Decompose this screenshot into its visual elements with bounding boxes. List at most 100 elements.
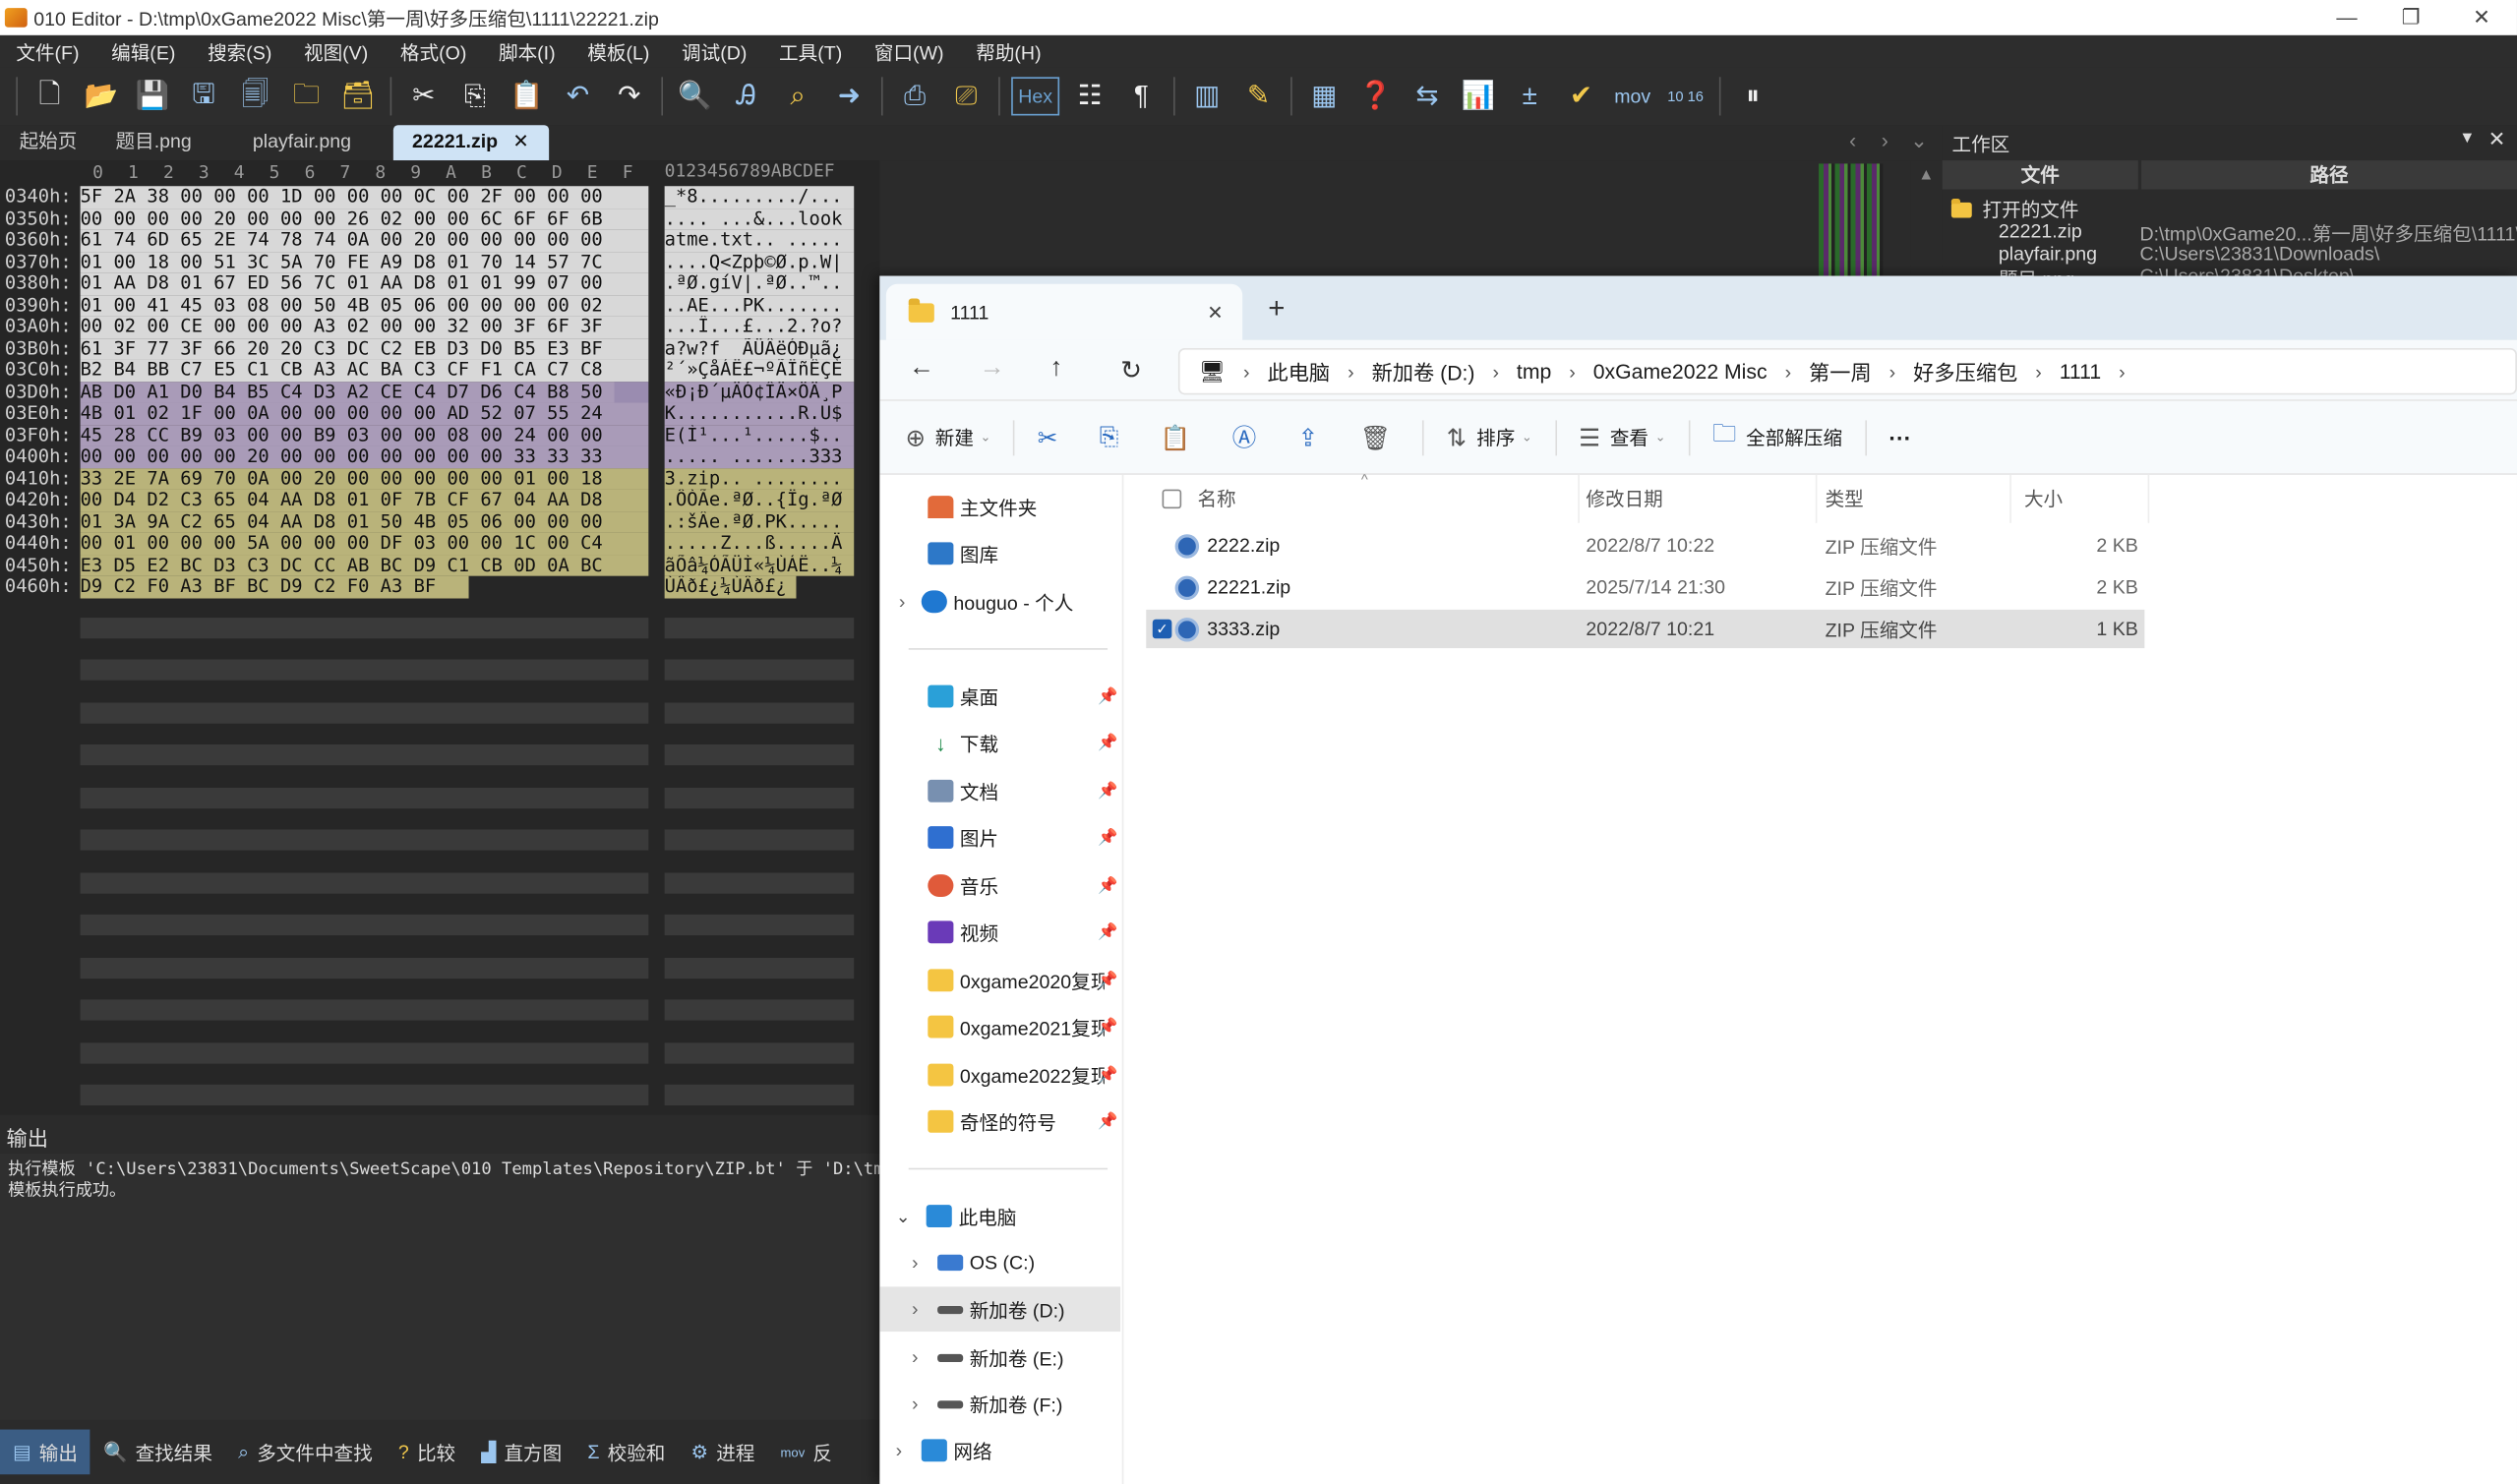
hex-row[interactable]: 03B0h: 61 3F 77 3F 66 20 20 C3 DC C2 EB D… [0,337,879,360]
replace-icon[interactable]: Ꭿ [726,76,767,117]
nav-documents[interactable]: 文档 📌 [879,768,1120,813]
forward-arrow-icon[interactable]: → [980,355,1005,384]
operations-icon[interactable]: ± [1509,76,1550,117]
nav-network[interactable]: › 网络 [879,1428,1120,1473]
panel-menu-icon[interactable]: ▼ [2459,130,2475,148]
pin-icon[interactable]: 📌 [1098,923,1117,941]
hex-bytes[interactable]: 61 74 6D 65 2E 74 78 74 0A 00 20 00 00 0… [80,228,649,252]
menu-edit[interactable]: 编辑(E) [95,37,192,65]
file-row[interactable]: 22221.zip 2025/7/14 21:30 ZIP 压缩文件 2 KB [1146,568,2144,607]
cut-button[interactable]: ✂ [1021,413,1083,461]
tab-scroll-left-icon[interactable]: ‹ [1849,129,1856,152]
hex-bytes[interactable]: 5F 2A 38 00 00 00 1D 00 00 00 0C 00 2F 0… [80,185,649,208]
nav-folder-0xgame2021[interactable]: 0xgame2021复现 📌 [879,1004,1120,1049]
nav-folder-symbols[interactable]: 奇怪的符号 📌 [879,1099,1120,1145]
hex-row[interactable]: 03D0h: AB D0 A1 D0 B4 B5 C4 D3 A2 CE C4 D… [0,381,879,403]
chevron-right-icon[interactable]: › [1243,360,1250,383]
extract-all-button[interactable]: 🗀 全部解压缩 [1697,413,1859,461]
nav-gallery[interactable]: 图库 [879,531,1120,576]
column-header-date[interactable]: 修改日期 [1586,474,1818,523]
hex-bytes[interactable]: 01 00 41 45 03 08 00 50 4B 05 06 00 00 0… [80,294,649,317]
hex-row[interactable]: 0360h: 61 74 6D 65 2E 74 78 74 0A 00 20 0… [0,228,879,252]
nav-folder-0xgame2022[interactable]: 0xgame2022复现 📌 [879,1052,1120,1098]
chevron-right-icon[interactable]: › [899,590,906,613]
ascii-text[interactable]: ²´»ÇåÁË£¬ºÃÏñÊÇÈ [664,359,855,382]
project-icon[interactable]: 🗃 [337,76,379,117]
row-checkbox[interactable]: ✓ [1152,619,1172,639]
hex-bytes[interactable]: 00 D4 D2 C3 65 04 AA D8 01 0F 7B CF 67 0… [80,489,649,511]
hex-row[interactable]: 0390h: 01 00 41 45 03 08 00 50 4B 05 06 0… [0,294,879,317]
ascii-text[interactable]: _*8........./... [664,186,855,208]
breadcrumb-item[interactable]: 新加卷 (D:) [1372,356,1475,386]
hex-row[interactable]: 03F0h: 45 28 CC B9 03 00 00 B9 03 00 00 0… [0,424,879,446]
save-icon[interactable]: 💾 [132,76,173,117]
nav-onedrive[interactable]: › houguo - 个人 [879,579,1120,624]
ascii-text[interactable]: ...Î...£...2.?o? [664,316,855,338]
tab-list-icon[interactable]: ⌄ [1910,129,1928,154]
column-header-name[interactable]: 名称 [1197,474,1580,523]
output-log[interactable]: 执行模板 'C:\Users\23831\Documents\SweetScap… [0,1153,880,1420]
tab-histogram[interactable]: ▟ 直方图 [468,1430,574,1475]
open-workspace-icon[interactable]: 🗀 [285,76,327,117]
redo-icon[interactable]: ↷ [609,76,650,117]
hex-bytes[interactable]: 61 3F 77 3F 66 20 20 C3 DC C2 EB D3 D0 B… [80,337,649,360]
tab-find-in-files[interactable]: ⌕ 多文件中查找 [225,1430,386,1475]
ascii-text[interactable]: .:šÂe.ªØ.PK..... [664,510,855,533]
base-converter-button[interactable]: 10 16 [1663,76,1708,117]
checksum-icon[interactable]: ✔ [1560,76,1601,117]
breadcrumb-item[interactable]: tmp [1517,359,1551,383]
hex-bytes[interactable]: B2 B4 BB C7 E5 C1 CB A3 AC BA C3 CF F1 C… [80,359,649,382]
hex-bytes[interactable]: E3 D5 E2 BC D3 C3 DC CC AB BC D9 C1 CB 0… [80,554,649,576]
menu-script[interactable]: 脚本(I) [483,37,571,65]
open-folder-icon[interactable]: 📂 [81,76,122,117]
ascii-text[interactable]: «Ð¡Ð´µÄÓ¢ÎÄ×ÖÄ¸P [664,381,855,403]
hex-bytes[interactable]: 01 00 18 00 51 3C 5A 70 FE A9 D8 01 70 1… [80,250,649,273]
swap-icon[interactable]: ⇆ [1407,76,1448,117]
chevron-right-icon[interactable]: › [912,1346,919,1369]
ascii-text[interactable]: ãÕâ¼ÓÃÜÌ«¼ÙÁË..¼ [664,554,855,576]
hex-row[interactable]: 0430h: 01 3A 9A C2 65 04 AA D8 01 50 4B 0… [0,510,879,533]
view-button[interactable]: ☰ 查看 ⌄ [1563,413,1682,461]
pin-icon[interactable]: 📌 [1098,1112,1117,1130]
menu-file[interactable]: 文件(F) [0,37,95,65]
pin-icon[interactable]: 📌 [1098,1018,1117,1036]
select-all-checkbox[interactable] [1162,489,1182,509]
hex-bytes[interactable]: AB D0 A1 D0 B4 B5 C4 D3 A2 CE C4 D7 D6 C… [80,381,649,403]
rename-button[interactable]: Ⓐ [1216,413,1282,461]
chevron-right-icon[interactable]: › [1348,360,1354,383]
hex-row[interactable]: 03C0h: B2 B4 BB C7 E5 C1 CB A3 AC BA C3 C… [0,359,879,382]
nav-desktop[interactable]: 桌面 📌 [879,674,1120,719]
hex-row[interactable]: 0370h: 01 00 18 00 51 3C 5A 70 FE A9 D8 0… [0,250,879,273]
breadcrumb-item[interactable]: 此电脑 [1267,356,1330,386]
find-icon[interactable]: 🔍 [674,76,715,117]
panel-close-icon[interactable]: ✕ [2488,127,2506,152]
hex-mode-button[interactable]: Hex [1011,77,1060,116]
show-whitespace-icon[interactable]: ¶ [1120,76,1162,117]
hex-row[interactable]: 03A0h: 00 02 00 CE 00 00 00 A3 02 00 00 3… [0,316,879,338]
pin-icon[interactable]: 📌 [1098,1066,1117,1084]
hex-row[interactable]: 0400h: 00 00 00 00 00 20 00 00 00 00 00 0… [0,445,879,468]
hex-bytes[interactable]: 00 00 00 00 20 00 00 00 26 02 00 00 6C 6… [80,207,649,230]
run-script-icon[interactable]: ⎙ [894,76,935,117]
ascii-text[interactable]: ..AE...PK....... [664,294,855,317]
workspace-col-file[interactable]: 文件 [1942,160,2138,190]
breadcrumb-item[interactable]: 好多压缩包 [1913,356,2017,386]
menu-template[interactable]: 模板(L) [571,37,666,65]
nav-drive-d[interactable]: › 新加卷 (D:) [879,1286,1121,1333]
run-template-icon[interactable]: ⎚ [945,76,987,117]
pin-icon[interactable]: 📌 [1098,734,1117,751]
tab-checksum[interactable]: Σ 校验和 [574,1430,678,1475]
explorer-tab-1111[interactable]: 1111 ✕ [885,283,1243,340]
new-file-icon[interactable]: 🗋 [29,76,70,117]
pin-icon[interactable]: 📌 [1098,972,1117,989]
nav-videos[interactable]: 视频 📌 [879,910,1120,955]
sort-button[interactable]: ⇅ 排序 ⌄ [1430,413,1548,461]
pin-icon[interactable]: 📌 [1098,877,1117,895]
nav-drive-c[interactable]: › OS (C:) [879,1240,1120,1285]
inspector-icon[interactable]: ❓ [1354,76,1396,117]
ascii-text[interactable]: ....Q<Zpþ©Ø.p.W| [664,251,855,273]
new-tab-icon[interactable]: + [1268,292,1285,326]
hex-bytes[interactable]: 00 02 00 CE 00 00 00 A3 02 00 00 32 00 3… [80,316,649,338]
breadcrumb[interactable]: 🖥 › 此电脑 › 新加卷 (D:) › tmp › 0xGame2022 Mi… [1177,348,2517,395]
goto-icon[interactable]: ➜ [828,76,869,117]
